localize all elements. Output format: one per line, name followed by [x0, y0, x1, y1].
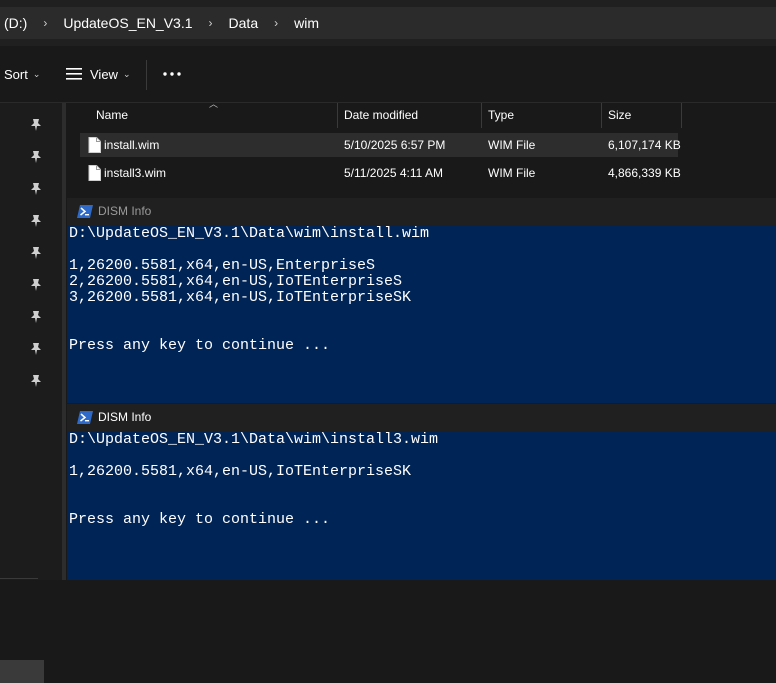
breadcrumb-data[interactable]: Data: [229, 15, 259, 31]
file-date: 5/11/2025 4:11 AM: [344, 166, 443, 180]
console-image-line: 3,26200.5581,x64,en-US,IoTEnterpriseSK: [69, 289, 412, 306]
file-row-install3-wim[interactable]: install3.wim 5/11/2025 4:11 AM WIM File …: [80, 161, 681, 185]
chevron-down-icon: ⌄: [122, 68, 131, 79]
breadcrumb-updateos[interactable]: UpdateOS_EN_V3.1: [63, 15, 192, 31]
file-row-install-wim[interactable]: install.wim 5/10/2025 6:57 PM WIM File 6…: [80, 133, 681, 157]
pin-icon[interactable]: [29, 342, 43, 356]
column-divider[interactable]: [337, 103, 338, 128]
address-bar: (D:) › UpdateOS_EN_V3.1 › Data › wim: [0, 0, 776, 46]
console-output: D:\UpdateOS_EN_V3.1\Data\wim\install3.wi…: [67, 431, 776, 580]
pin-icon[interactable]: [29, 182, 43, 196]
console-prompt-line: Press any key to continue ...: [69, 511, 331, 528]
pin-icon[interactable]: [29, 150, 43, 164]
dism-console-window-1[interactable]: DISM Info D:\UpdateOS_EN_V3.1\Data\wim\i…: [67, 198, 776, 403]
nav-item-selected[interactable]: [0, 660, 44, 683]
toolbar-divider: [146, 60, 147, 90]
chevron-right-icon[interactable]: ›: [193, 16, 229, 30]
sort-ascending-icon: ︿: [209, 99, 219, 109]
console-title-bar[interactable]: DISM Info: [67, 198, 776, 225]
console-path-line: D:\UpdateOS_EN_V3.1\Data\wim\install.wim: [69, 225, 430, 242]
column-divider[interactable]: [601, 103, 602, 128]
column-type[interactable]: Type: [488, 103, 514, 128]
pin-icon[interactable]: [29, 118, 43, 132]
file-type: WIM File: [488, 138, 536, 152]
pin-icon[interactable]: [29, 374, 43, 388]
file-date: 5/10/2025 6:57 PM: [344, 138, 446, 152]
file-name: install.wim: [104, 138, 160, 152]
file-size: 6,107,174 KB: [608, 138, 681, 152]
powershell-icon: [77, 411, 93, 424]
chevron-down-icon: ⌄: [32, 68, 41, 79]
file-icon: [88, 137, 101, 153]
console-title: DISM Info: [98, 410, 152, 424]
console-path-line: D:\UpdateOS_EN_V3.1\Data\wim\install3.wi…: [69, 431, 439, 448]
file-name: install3.wim: [104, 166, 167, 180]
console-image-line: 1,26200.5581,x64,en-US,IoTEnterpriseSK: [69, 463, 412, 480]
pin-icon[interactable]: [29, 246, 43, 260]
breadcrumb-drive[interactable]: (D:): [0, 15, 27, 31]
console-image-line: 2,26200.5581,x64,en-US,IoTEnterpriseS: [69, 273, 403, 290]
command-bar: Sort ⌄ View ⌄: [0, 46, 776, 103]
file-type: WIM File: [488, 166, 536, 180]
nav-divider: [0, 578, 38, 579]
view-button[interactable]: View ⌄: [66, 62, 131, 86]
file-icon: [88, 165, 101, 181]
file-size: 4,866,339 KB: [608, 166, 681, 180]
view-label: View: [90, 66, 118, 82]
pin-icon[interactable]: [29, 278, 43, 292]
console-title: DISM Info: [98, 204, 152, 218]
column-name[interactable]: Name: [96, 103, 128, 128]
dism-console-window-2[interactable]: DISM Info D:\UpdateOS_EN_V3.1\Data\wim\i…: [67, 404, 776, 580]
more-options-icon[interactable]: [162, 64, 182, 84]
breadcrumb[interactable]: (D:) › UpdateOS_EN_V3.1 › Data › wim: [0, 7, 776, 39]
console-image-line: 1,26200.5581,x64,en-US,EnterpriseS: [69, 257, 376, 274]
pin-icon[interactable]: [29, 214, 43, 228]
view-icon: [66, 68, 82, 80]
column-divider[interactable]: [681, 103, 682, 128]
nav-scrollbar[interactable]: [62, 103, 66, 580]
chevron-right-icon[interactable]: ›: [27, 16, 63, 30]
column-size[interactable]: Size: [608, 103, 631, 128]
sort-label: Sort: [4, 66, 28, 82]
console-title-bar[interactable]: DISM Info: [67, 404, 776, 431]
powershell-icon: [77, 205, 93, 218]
pin-icon[interactable]: [29, 310, 43, 324]
console-prompt-line: Press any key to continue ...: [69, 337, 331, 354]
column-header: ︿ Name Date modified Type Size: [70, 99, 776, 128]
console-output: D:\UpdateOS_EN_V3.1\Data\wim\install.wim…: [67, 225, 776, 403]
column-divider[interactable]: [481, 103, 482, 128]
breadcrumb-wim[interactable]: wim: [294, 15, 319, 31]
sort-button[interactable]: Sort ⌄: [4, 62, 40, 86]
chevron-right-icon[interactable]: ›: [258, 16, 294, 30]
navigation-pane: [0, 103, 62, 683]
column-date-modified[interactable]: Date modified: [344, 103, 418, 128]
